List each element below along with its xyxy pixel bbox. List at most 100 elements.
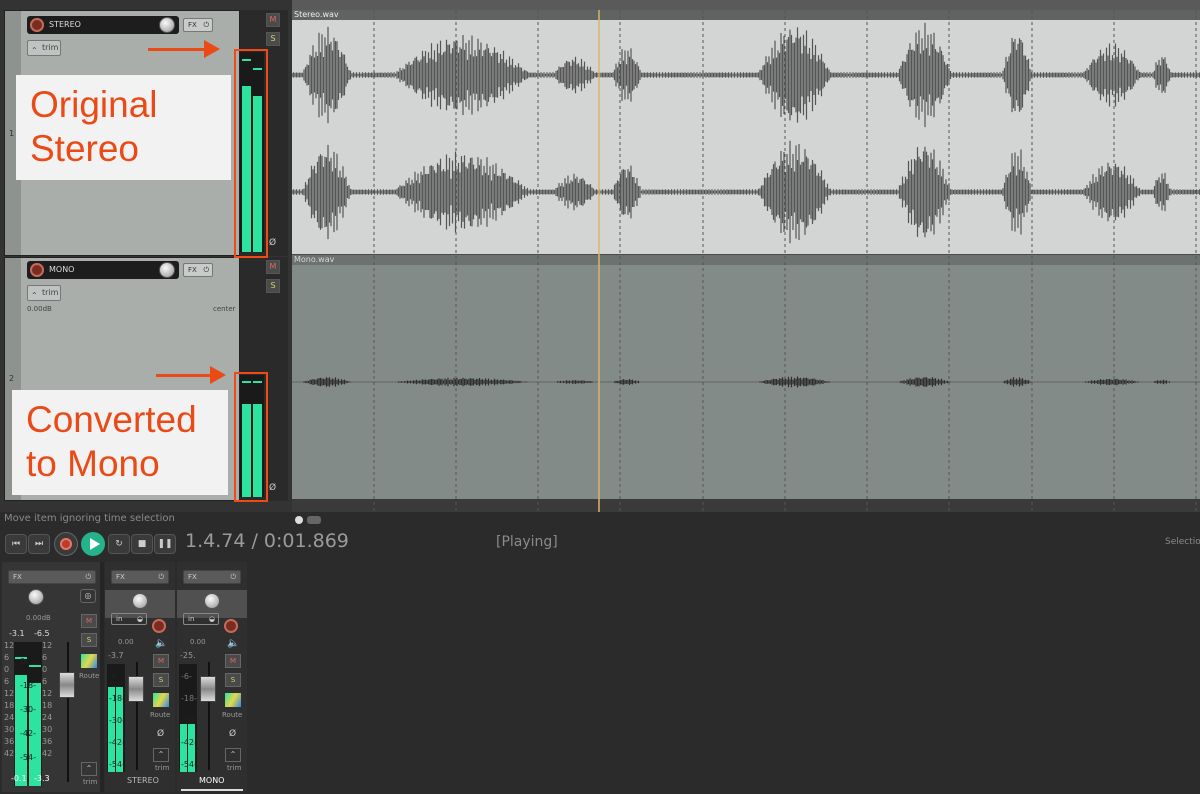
record-button[interactable] xyxy=(54,532,78,556)
play-icon xyxy=(90,538,100,550)
waveform-channel xyxy=(292,376,1200,388)
solo-button[interactable]: S xyxy=(153,673,169,687)
solo-button[interactable]: S xyxy=(225,673,241,687)
route-icon[interactable] xyxy=(81,654,97,668)
fx-button[interactable]: FX ⏻ xyxy=(183,570,241,584)
envelope-icon: ⌃ xyxy=(31,46,38,55)
route-icon[interactable] xyxy=(225,693,241,707)
scale-tick: -42- xyxy=(109,738,125,747)
pause-icon[interactable]: ❚❚ xyxy=(154,534,176,554)
go-to-end-icon[interactable]: ⏭ xyxy=(28,534,50,554)
input-selector[interactable]: in ◒ xyxy=(111,613,147,625)
status-text: Move item ignoring time selection xyxy=(4,513,175,524)
volume-fader[interactable] xyxy=(59,672,75,698)
solo-button[interactable]: S xyxy=(266,32,280,46)
trim-label: trim xyxy=(83,778,98,786)
scale-tick: -6 xyxy=(109,672,117,681)
mixer-divider xyxy=(100,562,104,792)
time-position[interactable]: 1.4.74 / 0:01.869 xyxy=(185,530,349,552)
input-selector[interactable]: in ◒ xyxy=(183,613,219,625)
arrange-view[interactable]: Stereo.wav Mono.wav xyxy=(292,0,1200,512)
waveform-channel xyxy=(292,140,1200,244)
scale-tick: 6 xyxy=(42,653,48,662)
scale-tick: -6- xyxy=(181,672,192,681)
stop-icon[interactable]: ■ xyxy=(131,534,153,554)
mute-button[interactable]: M xyxy=(266,13,280,27)
track-name-label: STEREO xyxy=(49,20,81,29)
repeat-icon[interactable]: ↻ xyxy=(108,534,130,554)
volume-knob[interactable] xyxy=(28,589,44,605)
trim-button[interactable]: ⌃ trim xyxy=(27,40,61,56)
record-arm-button[interactable] xyxy=(152,619,166,633)
stereo-arrow-icon xyxy=(148,40,220,58)
annotation-line: Converted xyxy=(26,399,197,440)
record-arm-button[interactable] xyxy=(30,18,44,32)
mute-button[interactable]: M xyxy=(153,654,169,668)
meter-inner-scale: 0- -18- -30- -42- -54- xyxy=(20,650,36,770)
speaker-icon[interactable]: 🔈 xyxy=(155,638,167,649)
pan-knob[interactable] xyxy=(132,593,148,609)
envelope-icon[interactable]: ⌃ xyxy=(81,762,97,776)
trim-button[interactable]: ⌃ trim xyxy=(27,285,61,301)
scale-tick: 6 xyxy=(42,677,48,686)
selection-label: Selection xyxy=(1165,537,1200,547)
pan-knob[interactable] xyxy=(204,593,220,609)
phase-icon[interactable]: Ø xyxy=(269,238,276,248)
envelope-icon[interactable]: ⌃ xyxy=(225,748,241,762)
fx-button[interactable]: FX ⏻ xyxy=(183,263,213,277)
scale-tick: -42- xyxy=(181,738,197,747)
record-arm-button[interactable] xyxy=(224,619,238,633)
track-name-field[interactable]: MONO xyxy=(27,261,179,279)
dot-icon[interactable] xyxy=(295,516,303,524)
volume-fader[interactable] xyxy=(200,676,216,702)
channel-name[interactable]: STEREO xyxy=(127,776,159,785)
scale-tick: 6 xyxy=(4,653,10,662)
phase-icon[interactable]: Ø xyxy=(269,483,276,493)
scale-tick: -30- xyxy=(181,716,197,725)
toggle-icon[interactable] xyxy=(307,516,321,524)
speaker-icon[interactable]: 🔈 xyxy=(227,638,239,649)
scale-tick: 12 xyxy=(4,689,15,698)
waveform-display xyxy=(292,10,1200,512)
channel-name[interactable]: MONO xyxy=(199,776,224,785)
play-button[interactable] xyxy=(81,532,105,556)
phase-icon[interactable]: Ø xyxy=(229,729,236,739)
trim-label: trim xyxy=(155,764,170,772)
route-icon[interactable] xyxy=(153,693,169,707)
fx-button[interactable]: FX ⏻ xyxy=(183,18,213,32)
solo-button[interactable]: S xyxy=(81,633,97,647)
record-arm-button[interactable] xyxy=(30,263,44,277)
phase-icon[interactable]: Ø xyxy=(157,729,164,739)
route-label: Route xyxy=(222,711,243,719)
fx-button[interactable]: FX ⏻ xyxy=(111,570,169,584)
mono-annotation: Converted to Mono xyxy=(12,390,228,495)
scale-tick: -18- xyxy=(109,694,125,703)
peak-right: -6.5 xyxy=(34,629,50,638)
scale-tick: 30 xyxy=(4,725,15,734)
go-to-start-icon[interactable]: ⏮ xyxy=(5,534,27,554)
peak-readout: -25. xyxy=(180,651,196,660)
volume-readout: 0.00 xyxy=(118,638,134,646)
mute-button[interactable]: M xyxy=(81,614,97,628)
volume-knob[interactable] xyxy=(159,262,175,278)
mute-button[interactable]: M xyxy=(266,260,280,274)
scale-tick: -18- xyxy=(181,694,197,703)
mono-stereo-icon[interactable]: ◎ xyxy=(80,589,96,603)
track-name-field[interactable]: STEREO xyxy=(27,16,179,34)
scale-tick: -30- xyxy=(20,705,36,714)
mute-button[interactable]: M xyxy=(225,654,241,668)
volume-readout: 0.00 xyxy=(190,638,206,646)
scale-tick: 24 xyxy=(4,713,15,722)
fx-button[interactable]: FX ⏻ xyxy=(8,570,96,584)
power-icon: ⏻ xyxy=(230,573,236,581)
solo-button[interactable]: S xyxy=(266,279,280,293)
volume-knob[interactable] xyxy=(159,17,175,33)
scale-tick: 18 xyxy=(4,701,15,710)
scale-tick: -54- xyxy=(20,753,36,762)
volume-fader[interactable] xyxy=(128,676,144,702)
envelope-icon[interactable]: ⌃ xyxy=(153,748,169,762)
mixer-channel-mono: FX ⏻ in ◒ 0.00 -25. -6- -18- -30- -42- -54… xyxy=(177,562,247,792)
annotation-line: Stereo xyxy=(30,128,140,169)
transport-bar: ⏮ ⏭ ↻ ■ ❚❚ xyxy=(3,531,177,557)
scale-tick: 30 xyxy=(42,725,53,734)
